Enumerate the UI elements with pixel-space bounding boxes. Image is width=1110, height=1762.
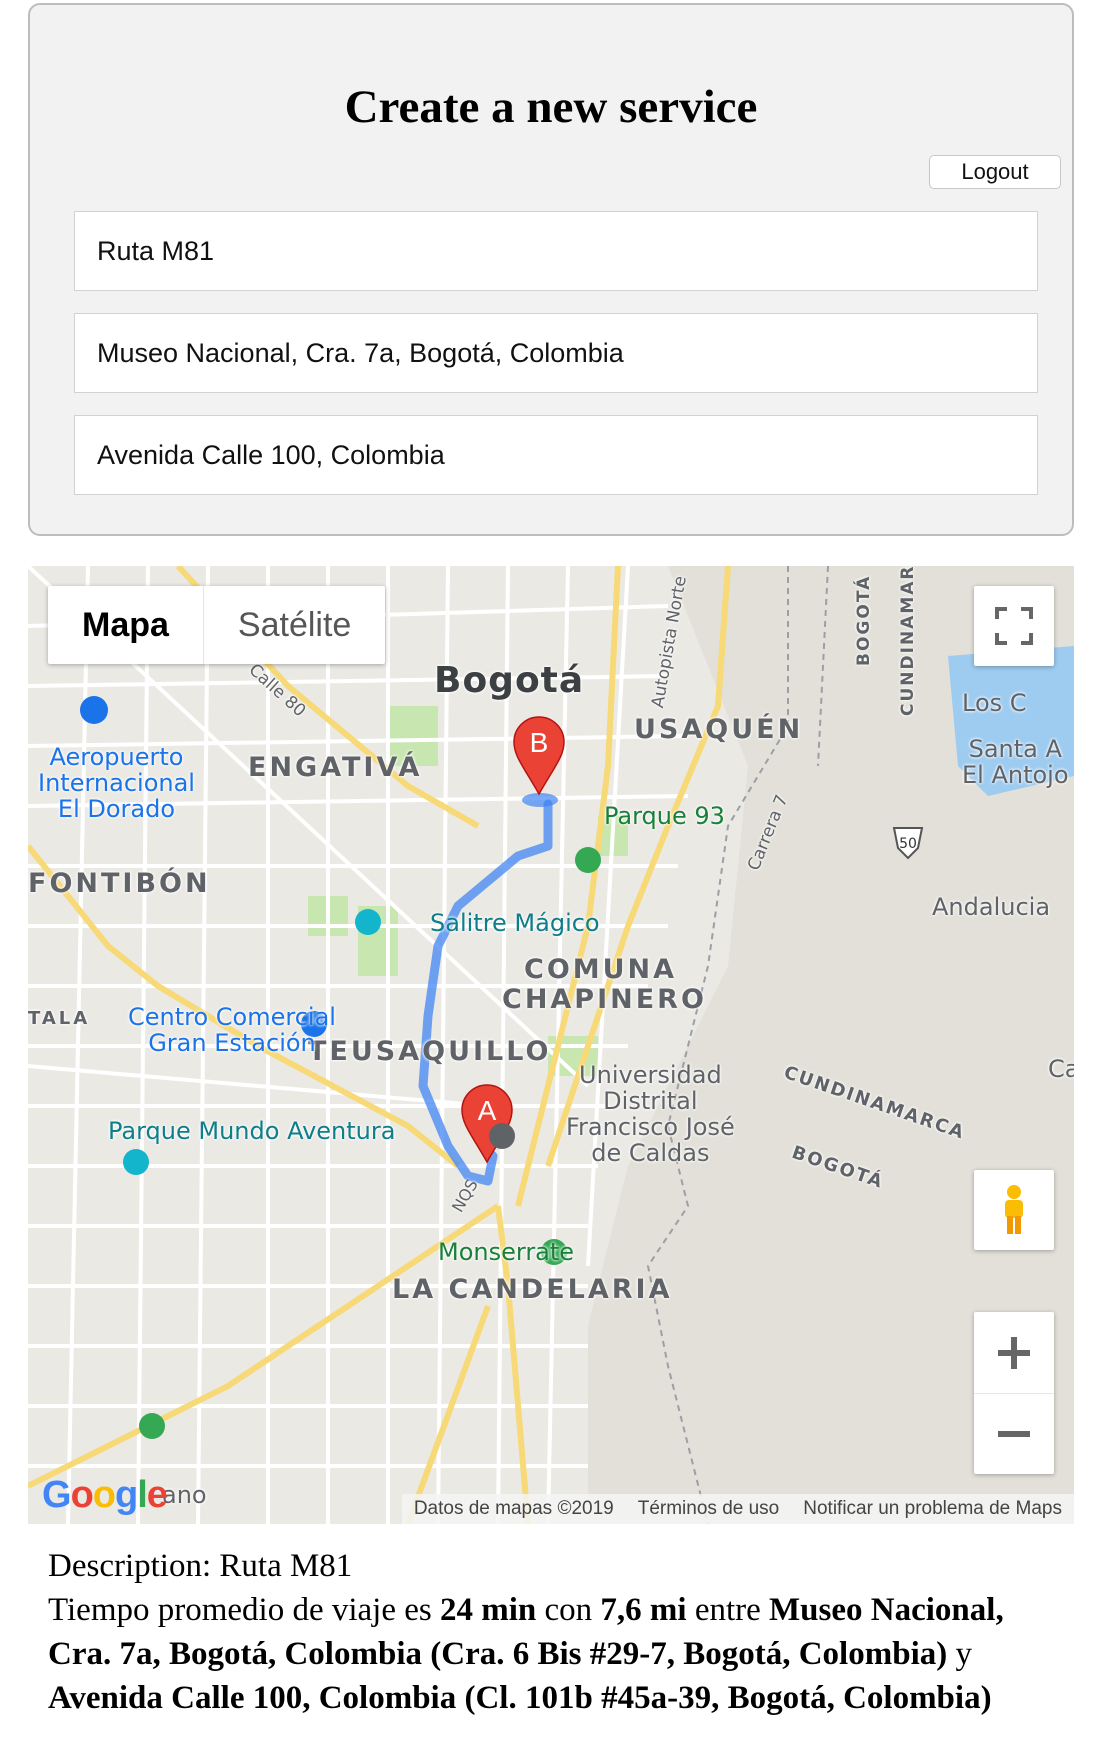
svg-text:50: 50 [899,836,917,852]
district-usaquen: USAQUÉN [634,714,804,745]
logout-button[interactable]: Logout [929,155,1061,189]
bogota-vertical-label: BOGOTÁ [854,574,874,666]
university-label: Universidad Distrital Francisco José de Cal… [566,1061,735,1167]
service-name-input[interactable] [74,211,1038,291]
park-attraction-icon [123,1149,149,1175]
district-chapinero: CHAPINERO [502,984,707,1015]
park-93-icon [575,847,601,873]
minus-icon [998,1430,1030,1437]
street-view-pegman[interactable] [974,1170,1054,1250]
airport-icon [80,696,108,724]
create-service-panel: Create a new service Logout [28,3,1074,536]
origin-address: (Cra. 6 Bis #29-7, Bogotá, Colombia) [430,1636,948,1672]
cundinamarca-vertical-label: CUNDINAMARC [898,566,918,716]
district-candelaria: LA CANDELARIA [392,1274,673,1305]
destination-input[interactable] [74,415,1038,495]
terms-link[interactable]: Términos de uso [626,1498,792,1520]
route-map[interactable]: B A 50 Bogotá USAQUÉN ENGATIVÁ FONTIBÓN … [28,566,1074,1524]
report-problem-link[interactable]: Notificar un problema de Maps [791,1498,1074,1520]
mundo-aventura-label: Parque Mundo Aventura [108,1117,396,1145]
centro-comercial-label: Centro Comercial Gran Estación [128,1003,336,1057]
district-fontibon: FONTIBÓN [28,868,211,899]
travel-duration: 24 min [439,1592,537,1628]
map-type-satellite-button[interactable]: Satélite [204,586,385,664]
los-label: Los C [962,689,1027,717]
zoom-out-button[interactable] [974,1394,1054,1474]
map-type-map-button[interactable]: Mapa [48,586,204,664]
travel-summary: Tiempo promedio de viaje es 24 min con 7… [48,1592,1004,1716]
tunal-park-icon [139,1413,165,1439]
district-engativa: ENGATIVÁ [248,752,423,783]
pegman-icon [1005,1185,1023,1234]
salitre-label: Salitre Mágico [430,909,600,937]
district-comuna: COMUNA [524,954,678,985]
marker-b-label: B [530,727,549,758]
map-type-control: Mapa Satélite [48,586,386,664]
origin-input[interactable] [74,313,1038,393]
fullscreen-button[interactable] [974,586,1054,666]
andalucia-label: Andalucia [932,893,1051,921]
ca-label: Ca [1048,1055,1074,1083]
monserrate-label: Monserrate [438,1238,575,1266]
google-logo: Google [42,1474,168,1516]
district-tala: TALA [28,1008,91,1029]
plus-icon [998,1336,1030,1369]
map-data-credit: Datos de mapas ©2019 [413,1498,614,1519]
description-line: Description: Ruta M81 [48,1548,353,1584]
zoom-control [974,1312,1054,1474]
university-icon [489,1123,515,1149]
map-attribution: Datos de mapas ©2019 Términos de uso Not… [401,1494,1074,1524]
santa-label: Santa A El Antojo [962,735,1069,789]
marker-a-label: A [478,1095,497,1126]
destination-address: (Cl. 101b #45a-39, Bogotá, Colombia) [464,1680,992,1716]
district-teusaquillo: TEUSAQUILLO [308,1036,552,1067]
zoom-in-button[interactable] [974,1313,1054,1394]
service-description: Description: Ruta M81 Tiempo promedio de… [48,1544,1038,1720]
travel-distance: 7,6 mi [600,1592,687,1628]
destination-name: Avenida Calle 100, Colombia [48,1680,457,1716]
city-label: Bogotá [434,660,585,701]
park-93-label: Parque 93 [604,802,725,830]
page-title: Create a new service [344,81,758,133]
fullscreen-icon [995,607,1033,645]
tunal-label: ano [162,1481,207,1509]
amusement-park-icon [355,909,381,935]
airport-label: Aeropuerto Internacional El Dorado [38,743,195,823]
